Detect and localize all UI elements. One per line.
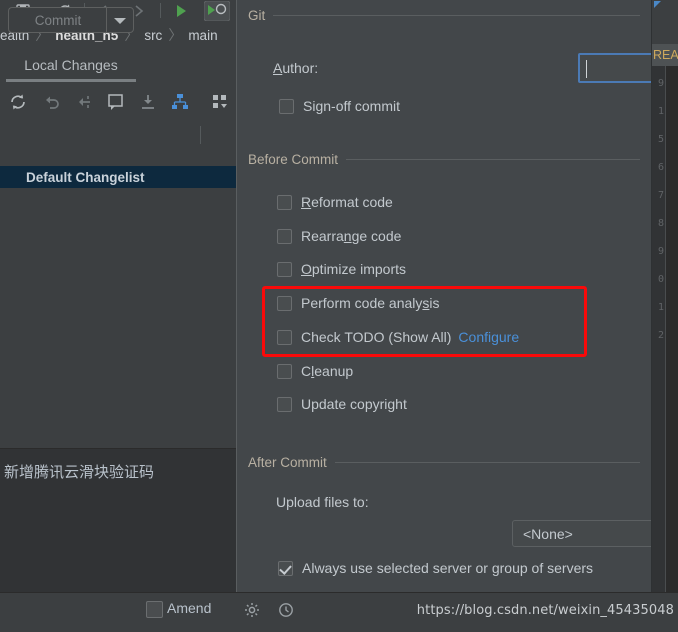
checkbox-row-cleanup[interactable]: Cleanup [277, 363, 353, 379]
section-title-before-commit: Before Commit [248, 152, 339, 167]
always-use-server-label: Always use selected server or group of s… [302, 560, 594, 576]
upload-server-value: <None> [523, 525, 573, 542]
commit-button-dropdown[interactable] [106, 7, 134, 33]
version-control-panel: Local Changes Default Changelist 新增腾讯云滑块… [0, 48, 236, 632]
signoff-checkbox[interactable] [279, 98, 294, 114]
author-label: Author: [273, 60, 318, 76]
rollback-icon[interactable] [42, 92, 62, 112]
always-use-server-checkbox[interactable] [278, 560, 293, 576]
update-copyright-checkbox[interactable] [277, 396, 292, 412]
group-by-icon[interactable] [170, 92, 190, 112]
line-number: 8 [657, 218, 664, 229]
vcs-toolbar-divider [200, 126, 201, 144]
upload-files-label: Upload files to: [276, 494, 369, 510]
line-number: 5 [657, 134, 664, 145]
rearrange-code-checkbox[interactable] [277, 228, 292, 244]
line-number: 9 [657, 246, 664, 257]
move-to-changelist-icon[interactable] [74, 92, 94, 112]
section-rule [334, 462, 640, 463]
tab-local-changes[interactable]: Local Changes [12, 52, 130, 78]
breadcrumb-separator: 〉 [168, 27, 183, 43]
cleanup-checkbox[interactable] [277, 363, 292, 379]
vcs-toolbar [0, 84, 236, 144]
line-number: 2 [657, 330, 664, 341]
text-caret [586, 60, 587, 78]
perform-code-analysis-label: Perform code analysis [301, 295, 440, 311]
checkbox-row-always-use-server[interactable]: Always use selected server or group of s… [278, 560, 593, 576]
update-copyright-label: Update copyright [301, 396, 407, 412]
commit-button[interactable]: Commit [8, 7, 107, 33]
tab-local-changes-label: Local Changes [24, 57, 118, 73]
changelist-row[interactable]: Default Changelist [0, 166, 236, 188]
author-input[interactable] [578, 53, 651, 83]
shelve-icon[interactable] [138, 92, 158, 112]
optimize-imports-label: Optimize imports [301, 261, 407, 277]
gear-icon[interactable] [244, 602, 260, 618]
check-todo-checkbox[interactable] [277, 329, 292, 345]
run-icon[interactable] [172, 2, 190, 20]
section-rule [346, 159, 640, 160]
section-rule [273, 15, 640, 16]
reformat-code-checkbox[interactable] [277, 194, 292, 210]
checkbox-row-reformat-code[interactable]: Reformat code [277, 194, 393, 210]
author-label-mnemonic: A [273, 60, 283, 76]
author-label-rest: uthor: [282, 60, 319, 76]
editor-gutter: 9 1 5 6 7 8 9 0 1 2 [652, 66, 665, 632]
checkbox-row-optimize-imports[interactable]: Optimize imports [277, 261, 406, 277]
optimize-imports-checkbox[interactable] [277, 261, 292, 277]
checkbox-row-signoff[interactable]: Sign-off commit [279, 98, 400, 114]
checkbox-row-check-todo[interactable]: Check TODO (Show All) Configure [277, 329, 519, 345]
breadcrumb-item-2[interactable]: src [144, 28, 162, 43]
checkbox-row-perform-code-analysis[interactable]: Perform code analysis [277, 295, 440, 311]
debug-icon[interactable] [203, 0, 231, 22]
line-number: 6 [657, 162, 664, 173]
editor-sliver: REA 9 1 5 6 7 8 9 0 1 2 [652, 0, 678, 632]
editor-tab-strip [652, 0, 678, 45]
watermark-url: https://blog.csdn.net/weixin_45435048 [416, 603, 674, 618]
section-header-git: Git [248, 8, 640, 23]
changelist-label: Default Changelist [26, 169, 145, 185]
chevron-down-icon [114, 13, 126, 28]
commit-options-dialog: Git Author: Sign-off commit Before Commi… [236, 0, 652, 593]
upload-server-dropdown[interactable]: <None> [512, 520, 651, 547]
checkbox-row-update-copyright[interactable]: Update copyright [277, 396, 407, 412]
section-header-after-commit: After Commit [248, 455, 640, 470]
line-number: 0 [657, 274, 664, 285]
ide-window: ealth 〉 health_h5 〉 src 〉 main Local Cha… [0, 0, 678, 632]
line-number: 1 [657, 106, 664, 117]
toolbar-divider-2 [160, 3, 161, 18]
line-number: 9 [657, 78, 664, 89]
perform-code-analysis-checkbox[interactable] [277, 295, 292, 311]
cleanup-label: Cleanup [301, 363, 354, 379]
amend-label: Amend [167, 600, 212, 616]
signoff-label: Sign-off commit [303, 98, 401, 114]
section-title-after-commit: After Commit [248, 455, 327, 470]
reformat-code-label: Reformat code [301, 194, 393, 210]
line-number: 1 [657, 302, 664, 313]
checkbox-row-rearrange-code[interactable]: Rearrange code [277, 228, 401, 244]
tab-active-underline [6, 79, 136, 82]
history-icon[interactable] [278, 602, 294, 618]
commit-button-label: Commit [34, 12, 82, 28]
section-title-git: Git [248, 8, 266, 23]
commit-message-text: 新增腾讯云滑块验证码 [4, 463, 155, 481]
configure-link[interactable]: Configure [458, 329, 519, 345]
check-todo-label: Check TODO (Show All) [301, 329, 452, 345]
changelist-file-list [0, 188, 236, 448]
breadcrumb-item-3[interactable]: main [188, 28, 217, 43]
editor-tab-readme[interactable]: REA [652, 44, 678, 66]
rearrange-code-label: Rearrange code [301, 228, 402, 244]
editor-tab-label: REA [653, 48, 678, 62]
section-header-before-commit: Before Commit [248, 152, 640, 167]
amend-checkbox[interactable] [146, 601, 163, 618]
edit-comment-icon[interactable] [106, 92, 126, 112]
line-number: 7 [657, 190, 664, 201]
refresh-icon[interactable] [8, 92, 28, 112]
view-options-icon[interactable] [210, 92, 230, 112]
breadcrumb-arrow-icon [654, 1, 661, 8]
editor-code-area[interactable] [665, 66, 678, 632]
